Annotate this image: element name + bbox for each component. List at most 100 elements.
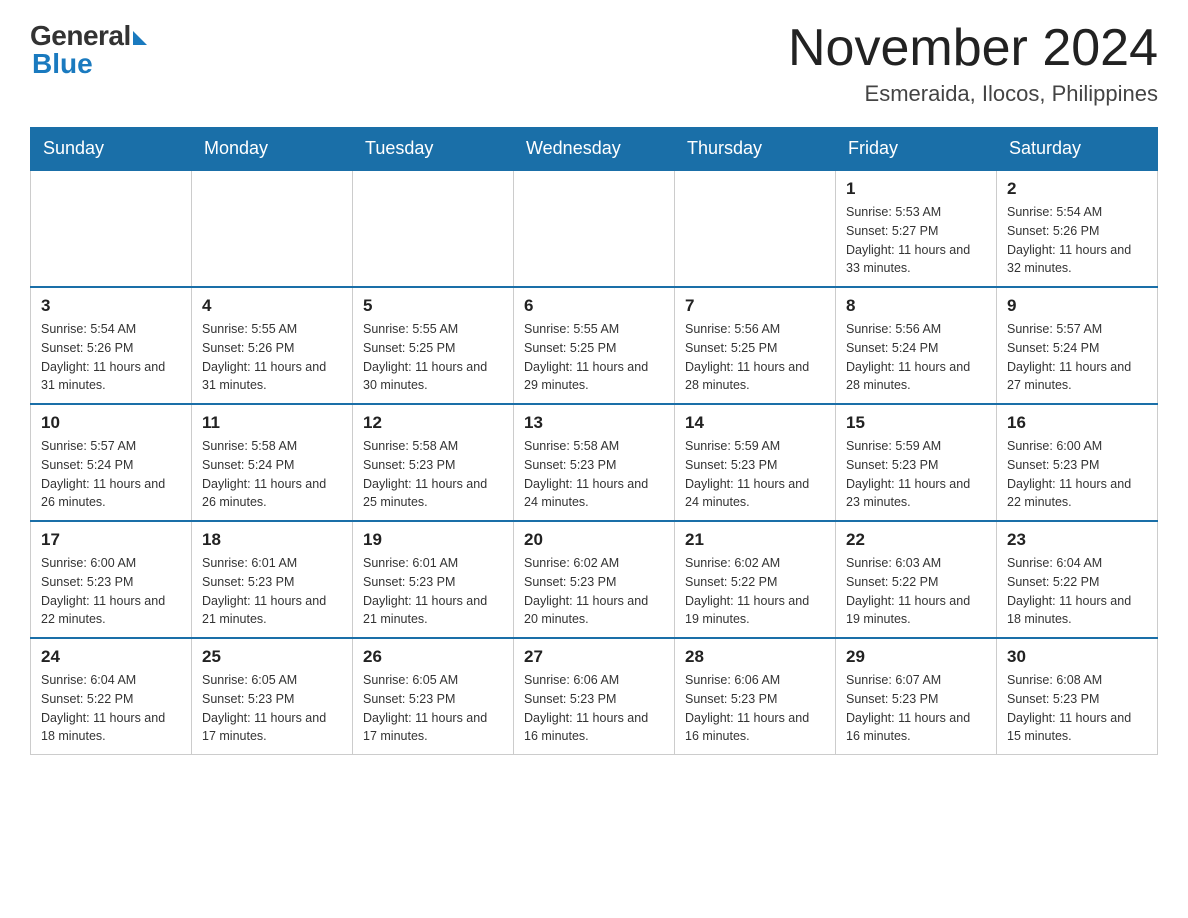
- day-number: 14: [685, 413, 825, 433]
- sun-info: Sunrise: 5:59 AM Sunset: 5:23 PM Dayligh…: [685, 437, 825, 512]
- day-number: 30: [1007, 647, 1147, 667]
- day-number: 4: [202, 296, 342, 316]
- day-number: 3: [41, 296, 181, 316]
- sun-info: Sunrise: 5:58 AM Sunset: 5:23 PM Dayligh…: [524, 437, 664, 512]
- sun-info: Sunrise: 5:59 AM Sunset: 5:23 PM Dayligh…: [846, 437, 986, 512]
- weekday-header-friday: Friday: [836, 128, 997, 171]
- weekday-header-saturday: Saturday: [997, 128, 1158, 171]
- location-subtitle: Esmeraida, Ilocos, Philippines: [788, 81, 1158, 107]
- day-number: 26: [363, 647, 503, 667]
- calendar-cell: 24Sunrise: 6:04 AM Sunset: 5:22 PM Dayli…: [31, 638, 192, 755]
- calendar-cell: 3 Sunrise: 5:54 AM Sunset: 5:26 PM Daylig…: [31, 287, 192, 404]
- day-number: 19: [363, 530, 503, 550]
- calendar-cell: 17 Sunrise: 6:00 AM Sunset: 5:23 PM Dayli…: [31, 521, 192, 638]
- calendar-cell: 7Sunrise: 5:56 AM Sunset: 5:25 PM Daylig…: [675, 287, 836, 404]
- calendar-cell: [353, 170, 514, 287]
- day-number: 21: [685, 530, 825, 550]
- calendar-cell: 20 Sunrise: 6:02 AM Sunset: 5:23 PM Dayli…: [514, 521, 675, 638]
- day-number: 27: [524, 647, 664, 667]
- weekday-header-row: SundayMondayTuesdayWednesdayThursdayFrid…: [31, 128, 1158, 171]
- day-number: 20: [524, 530, 664, 550]
- day-number: 10: [41, 413, 181, 433]
- calendar-cell: 11 Sunrise: 5:58 AM Sunset: 5:24 PM Dayli…: [192, 404, 353, 521]
- day-number: 8: [846, 296, 986, 316]
- sun-info: Sunrise: 6:06 AM Sunset: 5:23 PM Dayligh…: [524, 671, 664, 746]
- sun-info: Sunrise: 5:56 AM Sunset: 5:24 PM Dayligh…: [846, 320, 986, 395]
- day-number: 17: [41, 530, 181, 550]
- week-row-4: 17 Sunrise: 6:00 AM Sunset: 5:23 PM Dayli…: [31, 521, 1158, 638]
- sun-info: Sunrise: 6:04 AM Sunset: 5:22 PM Dayligh…: [1007, 554, 1147, 629]
- day-number: 29: [846, 647, 986, 667]
- calendar-cell: [31, 170, 192, 287]
- calendar-cell: 18 Sunrise: 6:01 AM Sunset: 5:23 PM Dayli…: [192, 521, 353, 638]
- sun-info: Sunrise: 5:54 AM Sunset: 5:26 PM Dayligh…: [41, 320, 181, 395]
- weekday-header-sunday: Sunday: [31, 128, 192, 171]
- sun-info: Sunrise: 5:55 AM Sunset: 5:25 PM Dayligh…: [363, 320, 503, 395]
- calendar-cell: 29 Sunrise: 6:07 AM Sunset: 5:23 PM Dayli…: [836, 638, 997, 755]
- week-row-2: 3 Sunrise: 5:54 AM Sunset: 5:26 PM Daylig…: [31, 287, 1158, 404]
- sun-info: Sunrise: 5:53 AM Sunset: 5:27 PM Dayligh…: [846, 203, 986, 278]
- day-number: 24: [41, 647, 181, 667]
- calendar-cell: [675, 170, 836, 287]
- calendar-cell: 5Sunrise: 5:55 AM Sunset: 5:25 PM Daylig…: [353, 287, 514, 404]
- calendar-cell: 8 Sunrise: 5:56 AM Sunset: 5:24 PM Daylig…: [836, 287, 997, 404]
- sun-info: Sunrise: 6:00 AM Sunset: 5:23 PM Dayligh…: [41, 554, 181, 629]
- calendar-cell: 4 Sunrise: 5:55 AM Sunset: 5:26 PM Daylig…: [192, 287, 353, 404]
- sun-info: Sunrise: 6:03 AM Sunset: 5:22 PM Dayligh…: [846, 554, 986, 629]
- day-number: 22: [846, 530, 986, 550]
- sun-info: Sunrise: 5:58 AM Sunset: 5:24 PM Dayligh…: [202, 437, 342, 512]
- calendar-table: SundayMondayTuesdayWednesdayThursdayFrid…: [30, 127, 1158, 755]
- sun-info: Sunrise: 6:07 AM Sunset: 5:23 PM Dayligh…: [846, 671, 986, 746]
- calendar-cell: 22 Sunrise: 6:03 AM Sunset: 5:22 PM Dayli…: [836, 521, 997, 638]
- calendar-cell: 1 Sunrise: 5:53 AM Sunset: 5:27 PM Daylig…: [836, 170, 997, 287]
- calendar-cell: 23 Sunrise: 6:04 AM Sunset: 5:22 PM Dayli…: [997, 521, 1158, 638]
- logo: General Blue: [30, 20, 147, 80]
- day-number: 16: [1007, 413, 1147, 433]
- calendar-cell: 2 Sunrise: 5:54 AM Sunset: 5:26 PM Daylig…: [997, 170, 1158, 287]
- sun-info: Sunrise: 5:54 AM Sunset: 5:26 PM Dayligh…: [1007, 203, 1147, 278]
- day-number: 11: [202, 413, 342, 433]
- calendar-cell: 26 Sunrise: 6:05 AM Sunset: 5:23 PM Dayli…: [353, 638, 514, 755]
- day-number: 6: [524, 296, 664, 316]
- day-number: 1: [846, 179, 986, 199]
- week-row-3: 10 Sunrise: 5:57 AM Sunset: 5:24 PM Dayli…: [31, 404, 1158, 521]
- week-row-5: 24Sunrise: 6:04 AM Sunset: 5:22 PM Dayli…: [31, 638, 1158, 755]
- title-block: November 2024 Esmeraida, Ilocos, Philipp…: [788, 20, 1158, 107]
- sun-info: Sunrise: 6:06 AM Sunset: 5:23 PM Dayligh…: [685, 671, 825, 746]
- calendar-cell: 13 Sunrise: 5:58 AM Sunset: 5:23 PM Dayli…: [514, 404, 675, 521]
- calendar-cell: 21 Sunrise: 6:02 AM Sunset: 5:22 PM Dayli…: [675, 521, 836, 638]
- weekday-header-thursday: Thursday: [675, 128, 836, 171]
- sun-info: Sunrise: 6:01 AM Sunset: 5:23 PM Dayligh…: [202, 554, 342, 629]
- calendar-cell: 14 Sunrise: 5:59 AM Sunset: 5:23 PM Dayli…: [675, 404, 836, 521]
- calendar-cell: 28 Sunrise: 6:06 AM Sunset: 5:23 PM Dayli…: [675, 638, 836, 755]
- sun-info: Sunrise: 6:02 AM Sunset: 5:23 PM Dayligh…: [524, 554, 664, 629]
- calendar-cell: 30Sunrise: 6:08 AM Sunset: 5:23 PM Dayli…: [997, 638, 1158, 755]
- day-number: 2: [1007, 179, 1147, 199]
- sun-info: Sunrise: 6:05 AM Sunset: 5:23 PM Dayligh…: [363, 671, 503, 746]
- calendar-cell: [192, 170, 353, 287]
- calendar-cell: 12Sunrise: 5:58 AM Sunset: 5:23 PM Dayli…: [353, 404, 514, 521]
- sun-info: Sunrise: 6:02 AM Sunset: 5:22 PM Dayligh…: [685, 554, 825, 629]
- day-number: 9: [1007, 296, 1147, 316]
- calendar-cell: [514, 170, 675, 287]
- day-number: 18: [202, 530, 342, 550]
- calendar-cell: 10 Sunrise: 5:57 AM Sunset: 5:24 PM Dayli…: [31, 404, 192, 521]
- sun-info: Sunrise: 5:57 AM Sunset: 5:24 PM Dayligh…: [41, 437, 181, 512]
- weekday-header-monday: Monday: [192, 128, 353, 171]
- day-number: 13: [524, 413, 664, 433]
- day-number: 7: [685, 296, 825, 316]
- calendar-cell: 27 Sunrise: 6:06 AM Sunset: 5:23 PM Dayli…: [514, 638, 675, 755]
- month-title: November 2024: [788, 20, 1158, 77]
- weekday-header-tuesday: Tuesday: [353, 128, 514, 171]
- day-number: 12: [363, 413, 503, 433]
- sun-info: Sunrise: 5:55 AM Sunset: 5:26 PM Dayligh…: [202, 320, 342, 395]
- sun-info: Sunrise: 6:05 AM Sunset: 5:23 PM Dayligh…: [202, 671, 342, 746]
- calendar-cell: 6Sunrise: 5:55 AM Sunset: 5:25 PM Daylig…: [514, 287, 675, 404]
- weekday-header-wednesday: Wednesday: [514, 128, 675, 171]
- calendar-cell: 15Sunrise: 5:59 AM Sunset: 5:23 PM Dayli…: [836, 404, 997, 521]
- week-row-1: 1 Sunrise: 5:53 AM Sunset: 5:27 PM Daylig…: [31, 170, 1158, 287]
- calendar-cell: 25Sunrise: 6:05 AM Sunset: 5:23 PM Dayli…: [192, 638, 353, 755]
- day-number: 23: [1007, 530, 1147, 550]
- calendar-cell: 9Sunrise: 5:57 AM Sunset: 5:24 PM Daylig…: [997, 287, 1158, 404]
- day-number: 28: [685, 647, 825, 667]
